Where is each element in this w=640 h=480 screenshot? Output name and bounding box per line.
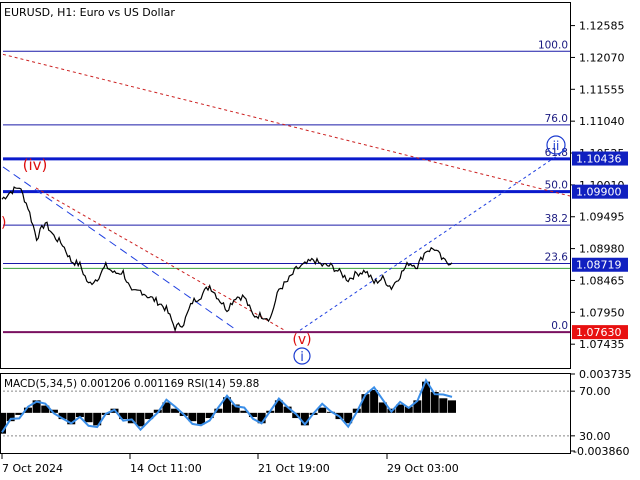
price-axis-label: 1.11040 (579, 115, 625, 128)
price-axis-label: 1.08465 (579, 274, 625, 287)
price-badge-label: 1.10436 (576, 153, 622, 166)
macd-histogram-bar (448, 400, 456, 413)
wave-label-partial: ) (1, 215, 6, 231)
price-axis-label: 1.09495 (579, 211, 625, 224)
price-badge-label: 1.08719 (576, 259, 622, 272)
fib-level-label: 0.0 (551, 320, 568, 332)
fib-level-label: 100.0 (538, 39, 568, 51)
macd-histogram-bar (318, 407, 327, 413)
fib-level-label: 50.0 (545, 180, 568, 192)
macd-histogram-bar (370, 389, 379, 413)
price-axis-label: 1.12070 (579, 51, 625, 64)
price-badge-label: 1.09900 (576, 186, 622, 199)
time-axis-label: 14 Oct 11:00 (130, 462, 202, 475)
price-badge-label: 1.07630 (576, 326, 622, 339)
time-axis-label: 7 Oct 2024 (2, 462, 63, 475)
chart-title: EURUSD, H1: Euro vs US Dollar (4, 6, 175, 19)
macd-histogram-bar (84, 412, 93, 423)
indicator-axis-label: 70.00 (579, 385, 611, 398)
macd-histogram-bar (439, 398, 448, 413)
price-axis-label: 1.12585 (579, 20, 625, 33)
indicator-axis-label: 30.00 (579, 430, 611, 443)
macd-histogram-bar (136, 412, 145, 427)
chart-canvas: 100.076.061.850.038.223.60.0 (iv)(v)iii)… (0, 0, 640, 480)
wave-label-iv: (iv) (23, 156, 48, 174)
indicator-title: MACD(5,34,5) 0.001206 0.001169 RSI(14) 5… (4, 378, 259, 390)
fib-level-label: 76.0 (545, 113, 568, 125)
indicator-axis-label: 0.003735 (579, 368, 632, 381)
time-axis-label: 21 Oct 19:00 (258, 462, 330, 475)
wave-label-ii: ii (553, 139, 560, 153)
macd-histogram-bar (197, 412, 206, 425)
price-axis-label: 1.07435 (579, 338, 625, 351)
fib-level-label: 23.6 (545, 251, 569, 263)
fib-level-label: 38.2 (545, 213, 568, 225)
macd-histogram-bar (361, 394, 370, 413)
wave-label-i: i (300, 350, 304, 365)
price-axis-label: 1.07950 (579, 306, 625, 319)
price-axis-label: 1.08980 (579, 243, 625, 256)
time-axis-label: 29 Oct 03:00 (387, 462, 459, 475)
price-axis-label: 1.11555 (579, 83, 625, 96)
wave-label-v: (v) (292, 332, 311, 348)
indicator-axis-label: -0.003860 (573, 445, 629, 458)
